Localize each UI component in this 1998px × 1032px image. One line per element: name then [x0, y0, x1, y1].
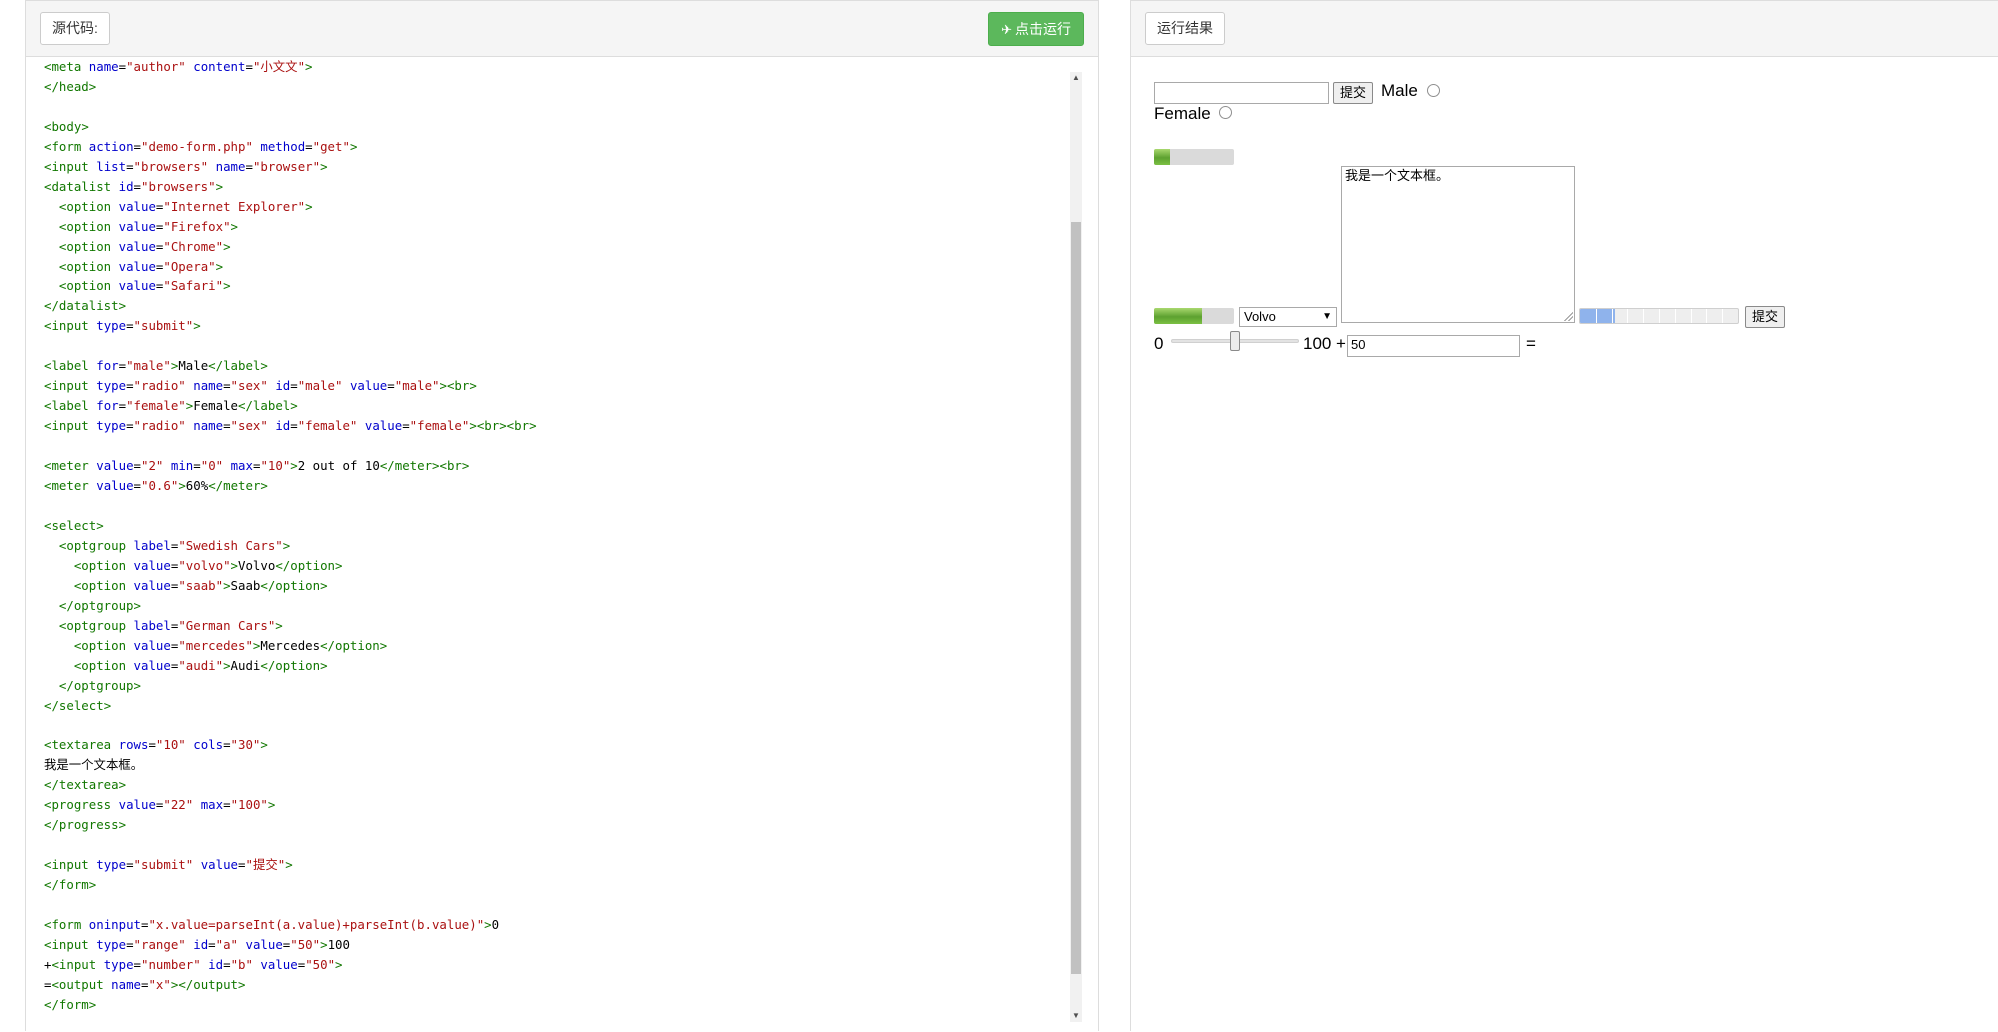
source-code-panel: 源代码: ✈ 点击运行 <meta name="author" content="… — [25, 0, 1099, 1031]
equals-sign: = — [1526, 334, 1536, 353]
resize-grip-icon[interactable] — [1563, 311, 1573, 321]
dropdown-arrow-icon: ▼ — [1322, 311, 1332, 322]
progress-segment — [1722, 309, 1724, 323]
male-label: Male — [1381, 81, 1418, 100]
select-value: Volvo — [1244, 309, 1276, 324]
range-min-label: 0 — [1154, 334, 1164, 353]
code-text[interactable]: <meta name="author" content="小文文"> </hea… — [44, 58, 537, 1015]
progress-segment — [1690, 309, 1692, 323]
result-frame: 提交 Male Female 我是一个文本框。 Volvo ▼ 提交 0 100… — [1131, 58, 1997, 1032]
progress-segment — [1674, 309, 1676, 323]
female-radio[interactable] — [1219, 106, 1232, 119]
progress-bar — [1579, 308, 1739, 324]
progress-segment — [1659, 309, 1660, 323]
browser-input[interactable] — [1154, 82, 1329, 104]
scroll-thumb[interactable] — [1071, 222, 1081, 974]
meter-60-percent — [1154, 308, 1234, 324]
progress-segment — [1643, 309, 1645, 323]
submit-button-2[interactable]: 提交 — [1745, 306, 1786, 328]
male-radio[interactable] — [1427, 84, 1440, 97]
result-panel: 运行结果 提交 Male Female 我是一个文本框。 Volvo ▼ 提交 … — [1130, 0, 1998, 1031]
number-input[interactable]: 50 — [1347, 335, 1520, 357]
textarea-text: 我是一个文本框。 — [1345, 169, 1450, 184]
paper-plane-icon: ✈ — [1001, 22, 1012, 37]
result-header: 运行结果 — [1131, 1, 1998, 57]
progress-segment — [1706, 309, 1708, 323]
code-scrollbar[interactable]: ▲ ▼ — [1070, 72, 1082, 1022]
female-label: Female — [1154, 104, 1211, 123]
source-code-label-button[interactable]: 源代码: — [40, 12, 110, 45]
scroll-down-arrow-icon[interactable]: ▼ — [1070, 1010, 1082, 1022]
meter-fill — [1154, 149, 1170, 165]
scroll-up-arrow-icon[interactable]: ▲ — [1070, 72, 1082, 84]
code-editor[interactable]: <meta name="author" content="小文文"> </hea… — [26, 58, 1080, 1032]
number-input-value: 50 — [1351, 337, 1366, 352]
progress-segment — [1611, 309, 1613, 323]
meter-fill — [1154, 308, 1202, 324]
meter-2-of-10 — [1154, 149, 1234, 165]
result-label-button[interactable]: 运行结果 — [1145, 12, 1225, 45]
car-select[interactable]: Volvo ▼ — [1239, 307, 1337, 327]
submit-button[interactable]: 提交 — [1333, 82, 1374, 104]
source-code-header: 源代码: ✈ 点击运行 — [26, 1, 1098, 57]
range-max-label: 100 — [1303, 334, 1332, 353]
progress-segment — [1595, 309, 1597, 323]
run-button[interactable]: ✈ 点击运行 — [988, 12, 1084, 46]
run-button-label: 点击运行 — [1015, 21, 1071, 37]
progress-segment — [1627, 309, 1629, 323]
progress-fill — [1580, 309, 1615, 323]
range-thumb[interactable] — [1230, 331, 1240, 351]
plus-sign: + — [1336, 334, 1346, 353]
textarea[interactable]: 我是一个文本框。 — [1341, 166, 1575, 323]
